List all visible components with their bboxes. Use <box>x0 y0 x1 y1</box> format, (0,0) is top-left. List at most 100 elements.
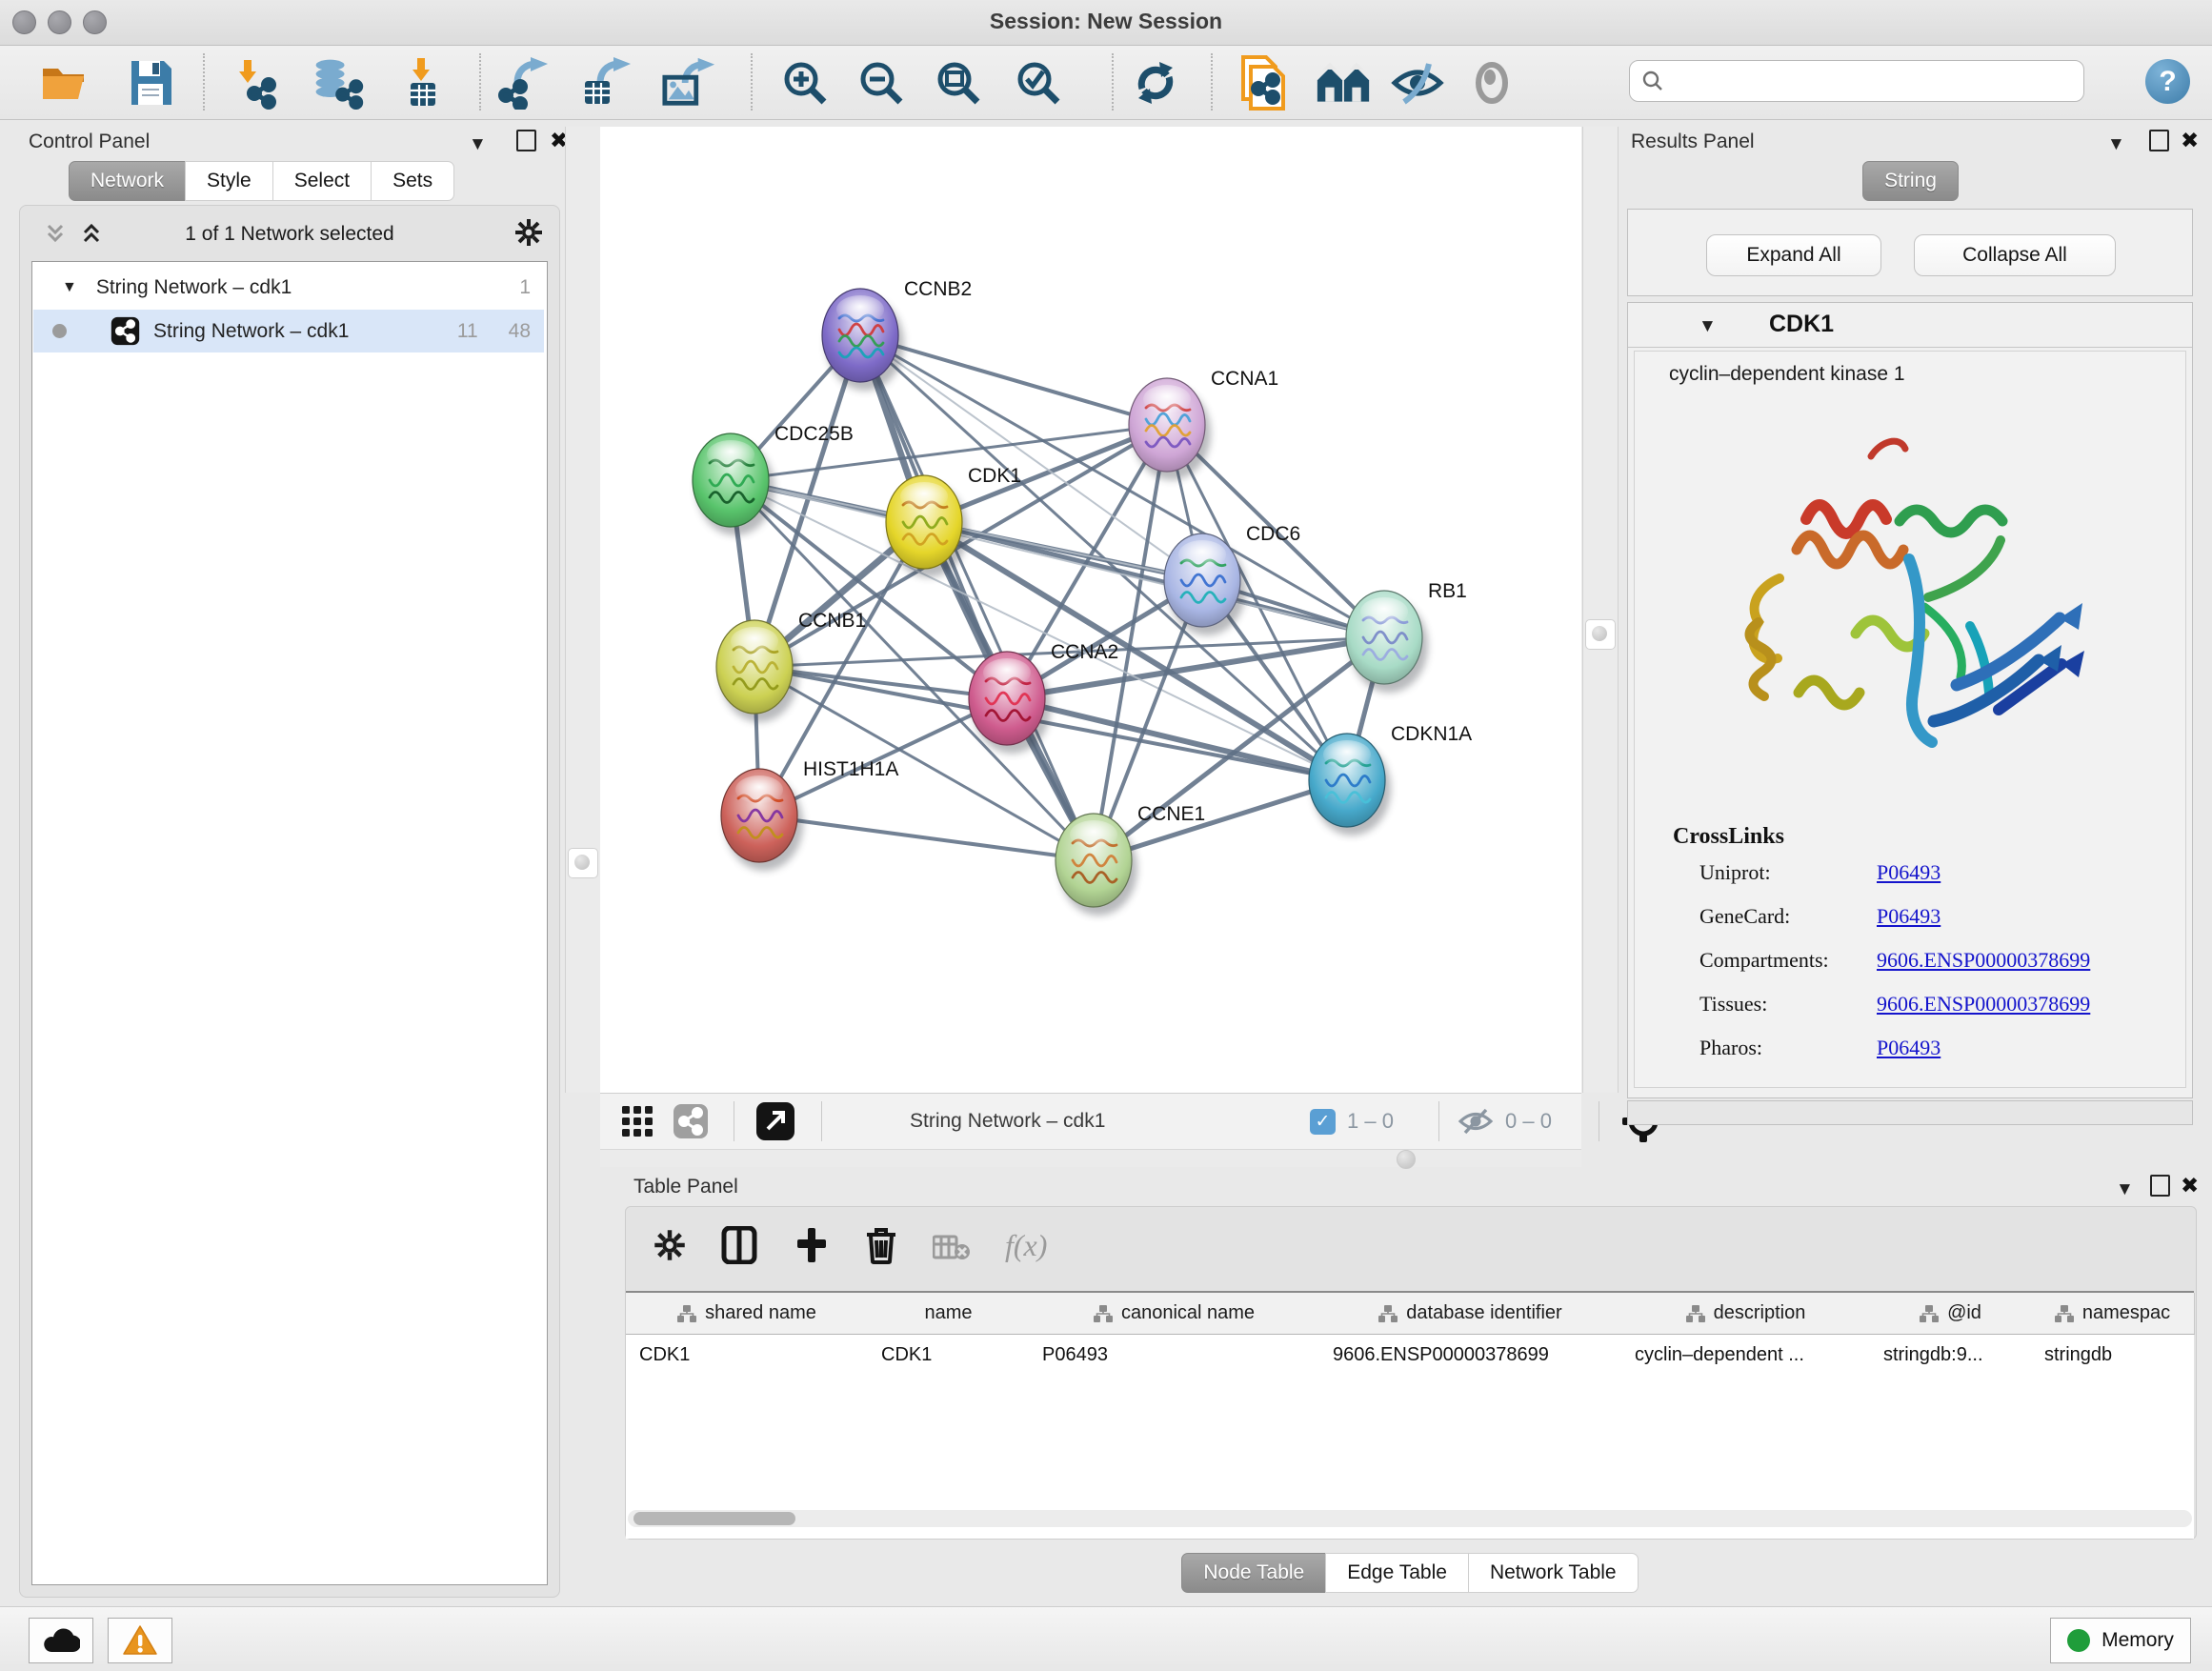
show-columns-icon[interactable] <box>721 1226 757 1269</box>
protein-collapse-icon[interactable]: ▼ <box>1699 316 1717 337</box>
table-cell[interactable]: CDK1 <box>868 1335 1029 1375</box>
network-node-CDKN1A[interactable]: CDKN1A <box>1309 723 1472 836</box>
network-node-CCNB2[interactable]: CCNB2 <box>822 278 972 391</box>
network-row-selected[interactable]: String Network – cdk1 11 48 <box>33 310 544 352</box>
results-panel-menu-icon[interactable]: ▼ <box>2107 132 2125 157</box>
column-header-database-identifier[interactable]: database identifier <box>1319 1293 1622 1335</box>
add-column-icon[interactable] <box>794 1226 830 1269</box>
network-canvas[interactable]: CCNB2 CCNA1 CDC25B CDK1 CDC6 <box>600 127 1581 1093</box>
crosslink-value-link[interactable]: P06493 <box>1877 1036 1941 1059</box>
column-header-description[interactable]: description <box>1621 1293 1871 1335</box>
zoom-in-button[interactable] <box>777 55 833 111</box>
first-neighbors-button[interactable] <box>1316 55 1371 111</box>
results-panel-float-icon[interactable] <box>2149 130 2169 159</box>
crosslink-value-link[interactable]: 9606.ENSP00000378699 <box>1877 992 2090 1016</box>
tab-style[interactable]: Style <box>185 161 273 201</box>
gear-icon[interactable] <box>513 217 544 252</box>
network-node-CDC25B[interactable]: CDC25B <box>693 423 854 535</box>
table-hscrollbar-thumb[interactable] <box>633 1512 795 1525</box>
detach-view-icon[interactable] <box>754 1094 796 1149</box>
table-cell[interactable]: cyclin–dependent ... <box>1621 1335 1870 1375</box>
crosslink-value-link[interactable]: P06493 <box>1877 904 1941 928</box>
crosslink-value-link[interactable]: P06493 <box>1877 860 1941 884</box>
import-network-file-button[interactable] <box>231 55 286 111</box>
table-cell[interactable]: stringdb:9... <box>1870 1335 2031 1375</box>
tab-edge-table[interactable]: Edge Table <box>1325 1553 1469 1593</box>
hide-selected-button[interactable] <box>1390 55 1445 111</box>
tab-network-table[interactable]: Network Table <box>1468 1553 1639 1593</box>
import-network-database-button[interactable] <box>311 55 366 111</box>
export-network-button[interactable] <box>497 55 553 111</box>
crosslink-value-link[interactable]: 9606.ENSP00000378699 <box>1877 948 2090 972</box>
import-table-button[interactable] <box>396 55 452 111</box>
memory-button[interactable]: Memory <box>2050 1618 2191 1663</box>
table-panel-close-icon[interactable]: ✖ <box>2181 1173 2199 1198</box>
column-header-@id[interactable]: @id <box>1870 1293 2032 1335</box>
export-table-button[interactable] <box>578 55 633 111</box>
table-panel-float-icon[interactable] <box>2150 1175 2170 1204</box>
collection-count: 1 <box>519 276 531 299</box>
table-panel-menu-icon[interactable]: ▼ <box>2116 1178 2134 1202</box>
table-settings-gear-icon[interactable] <box>653 1228 687 1267</box>
save-session-button[interactable] <box>123 55 178 111</box>
network-graph[interactable]: CCNB2 CCNA1 CDC25B CDK1 CDC6 <box>600 127 1581 1093</box>
cloud-icon <box>42 1627 80 1654</box>
splitter-horizontal[interactable] <box>600 1149 1581 1167</box>
toolbar-separator <box>479 53 481 111</box>
expand-all-button[interactable]: Expand All <box>1706 234 1881 276</box>
zoom-out-button[interactable] <box>854 55 909 111</box>
splitter-right-grip[interactable] <box>1585 619 1616 650</box>
string-panel-toggle-icon[interactable] <box>673 1094 709 1149</box>
splitter-right[interactable] <box>1582 127 1619 1093</box>
column-header-namespac[interactable]: namespac <box>2031 1293 2195 1335</box>
column-header-name[interactable]: name <box>868 1293 1030 1335</box>
results-panel: Results Panel ▼ ✖ String Expand All Coll… <box>1618 127 2202 1130</box>
splitter-left[interactable] <box>565 127 601 1093</box>
results-scroll-strip[interactable] <box>1627 1100 2193 1125</box>
apply-layout-button[interactable] <box>1128 55 1183 111</box>
splitter-horizontal-grip[interactable] <box>1397 1150 1416 1169</box>
network-node-CCNA2[interactable]: CCNA2 <box>969 641 1118 754</box>
search-input[interactable] <box>1672 70 2083 93</box>
table-cell[interactable]: P06493 <box>1029 1335 1319 1375</box>
open-session-button[interactable] <box>37 55 92 111</box>
selected-nodes-checkbox[interactable]: ✓ <box>1310 1109 1336 1135</box>
warnings-button[interactable] <box>108 1618 172 1663</box>
results-panel-close-icon[interactable]: ✖ <box>2181 128 2199 152</box>
tab-network[interactable]: Network <box>69 161 186 201</box>
tab-sets[interactable]: Sets <box>371 161 454 201</box>
string-network-icon <box>111 316 140 346</box>
zoom-out-icon <box>856 58 906 108</box>
table-cell[interactable]: 9606.ENSP00000378699 <box>1319 1335 1621 1375</box>
show-all-button[interactable] <box>1464 55 1519 111</box>
export-image-button[interactable] <box>661 55 716 111</box>
column-header-shared-name[interactable]: shared name <box>626 1293 869 1335</box>
collapse-all-button[interactable]: Collapse All <box>1914 234 2116 276</box>
function-builder-icon[interactable]: f(x) <box>1005 1228 1047 1263</box>
tab-string[interactable]: String <box>1862 161 1959 201</box>
network-node-CCNE1[interactable]: CCNE1 <box>1056 803 1205 916</box>
help-button[interactable]: ? <box>2145 59 2190 104</box>
tab-node-table[interactable]: Node Table <box>1181 1553 1326 1593</box>
hidden-items-eye-slash-icon[interactable] <box>1458 1107 1494 1136</box>
zoom-fit-button[interactable] <box>931 55 986 111</box>
network-node-RB1[interactable]: RB1 <box>1346 580 1467 693</box>
collection-expand-icon[interactable]: ▼ <box>62 279 77 296</box>
table-cell[interactable]: CDK1 <box>626 1335 868 1375</box>
delete-column-trash-icon[interactable] <box>864 1226 898 1269</box>
tab-select[interactable]: Select <box>272 161 372 201</box>
splitter-left-grip[interactable] <box>568 848 598 878</box>
birds-eye-view-icon[interactable] <box>621 1094 654 1149</box>
zoom-selected-button[interactable] <box>1011 55 1066 111</box>
control-panel-menu-icon[interactable]: ▼ <box>469 132 487 157</box>
network-node-CDC6[interactable]: CDC6 <box>1164 523 1300 635</box>
control-panel-float-icon[interactable] <box>516 130 536 159</box>
network-node-HIST1H1A[interactable]: HIST1H1A <box>721 758 898 871</box>
cloud-status-button[interactable] <box>29 1618 93 1663</box>
copy-style-button[interactable] <box>1236 55 1291 111</box>
table-cell[interactable]: stringdb <box>2031 1335 2194 1375</box>
network-collection-row[interactable]: ▼ String Network – cdk1 1 <box>33 266 544 309</box>
delete-table-icon[interactable] <box>933 1234 971 1267</box>
node-label-RB1: RB1 <box>1428 580 1467 602</box>
column-header-canonical-name[interactable]: canonical name <box>1029 1293 1320 1335</box>
